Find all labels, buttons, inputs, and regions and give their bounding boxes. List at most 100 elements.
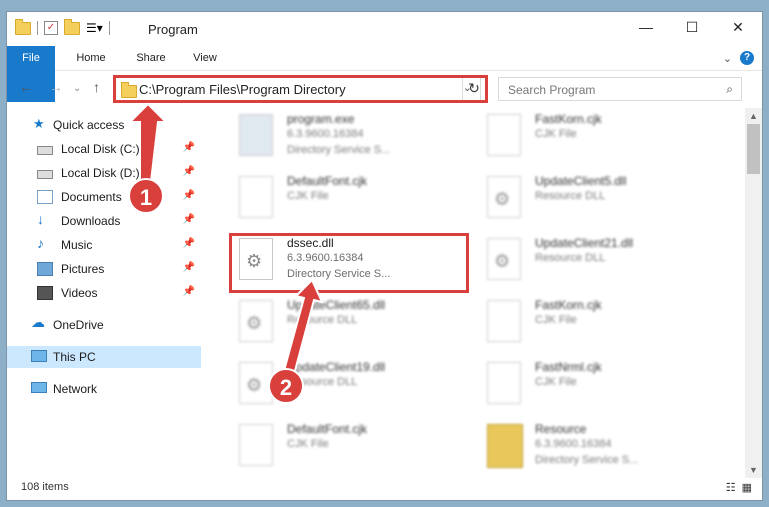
- file-item-updateclient19[interactable]: ⚙ UpdateClient19.dll Resource DLL: [225, 358, 455, 414]
- back-button[interactable]: ←: [19, 79, 33, 95]
- file-item-updateclient65[interactable]: ⚙ UpdateClient65.dll Resource DLL: [225, 296, 455, 352]
- status-bar: 108 items ☷ ▦: [7, 476, 762, 500]
- file-icon: [487, 362, 521, 404]
- pin-icon: 📌: [182, 142, 195, 153]
- file-name: UpdateClient21.dll: [535, 236, 634, 250]
- pin-icon: 📌: [182, 214, 195, 225]
- file-type: CJK File: [287, 438, 329, 450]
- up-button[interactable]: ↑: [93, 79, 100, 95]
- search-input[interactable]: Search Program: [508, 83, 595, 97]
- file-icon: [239, 176, 273, 218]
- details-view-icon[interactable]: ☷: [726, 481, 736, 494]
- search-icon[interactable]: ⌕: [726, 82, 733, 97]
- sidebar-item-downloads[interactable]: ↓ Downloads 📌: [7, 210, 201, 232]
- file-name: DefaultFont.cjk: [287, 422, 368, 436]
- title-bar: ✓ ☰▾ Program — ☐ ✕: [7, 12, 762, 46]
- close-button[interactable]: ✕: [715, 12, 761, 42]
- file-item-fastkorn-2[interactable]: FastKorn.cjk CJK File: [473, 296, 703, 352]
- search-box[interactable]: Search Program ⌕: [498, 77, 742, 101]
- sidebar-item-network[interactable]: Network: [7, 378, 201, 400]
- item-count: 108 items: [21, 481, 69, 493]
- sidebar-item-onedrive[interactable]: ☁ OneDrive: [7, 314, 201, 336]
- pin-icon: 📌: [182, 286, 195, 297]
- navigation-bar: ← → ⌄ ↑ C:\Program Files\Program Directo…: [7, 75, 762, 103]
- recent-locations-button[interactable]: ⌄: [73, 83, 81, 94]
- sidebar-item-label: Downloads: [61, 214, 121, 228]
- tab-home[interactable]: Home: [69, 46, 113, 70]
- gear-icon: ⚙: [246, 313, 263, 333]
- file-item-program-exe[interactable]: program.exe 6.3.9600.16384 Directory Ser…: [225, 110, 455, 166]
- file-name: FastNrml.cjk: [535, 360, 602, 374]
- file-item-updateclient5[interactable]: ⚙ UpdateClient5.dll Resource DLL: [473, 172, 703, 228]
- sidebar-item-label: Local Disk (D:): [61, 166, 140, 180]
- file-version: 6.3.9600.16384: [287, 128, 364, 140]
- pc-icon: [31, 350, 47, 362]
- explorer-window: ✓ ☰▾ Program — ☐ ✕ File Home Share View …: [6, 11, 763, 501]
- vertical-scrollbar[interactable]: ▲ ▼: [745, 108, 762, 478]
- pin-icon: 📌: [182, 262, 195, 273]
- file-item-fastkorn[interactable]: FastKorn.cjk CJK File: [473, 110, 703, 166]
- sidebar-item-videos[interactable]: Videos 📌: [7, 282, 201, 304]
- address-highlight: [113, 75, 488, 103]
- ribbon-tabs: File Home Share View ⌄ ?: [7, 46, 762, 102]
- file-item-fastnrml[interactable]: FastNrml.cjk CJK File: [473, 358, 703, 414]
- dll-icon: ⚙: [487, 238, 521, 280]
- sidebar-item-music[interactable]: ♪ Music 📌: [7, 234, 201, 256]
- star-icon: ★: [33, 116, 45, 131]
- file-item-resource[interactable]: Resource 6.3.9600.16384 Directory Servic…: [473, 420, 703, 476]
- sidebar-item-label: Videos: [61, 286, 98, 300]
- sidebar-item-pictures[interactable]: Pictures 📌: [7, 258, 201, 280]
- file-icon: [239, 424, 273, 466]
- pin-icon: 📌: [182, 166, 195, 177]
- file-type: Resource DLL: [535, 190, 606, 202]
- dll-icon: ⚙: [487, 176, 521, 218]
- pictures-icon: [37, 262, 53, 276]
- sidebar-item-quick-access[interactable]: ★ Quick access: [7, 114, 201, 136]
- tab-view[interactable]: View: [185, 46, 225, 70]
- tiles-view-icon[interactable]: ▦: [742, 481, 752, 494]
- forward-button[interactable]: →: [49, 79, 63, 95]
- minimize-button[interactable]: —: [623, 12, 669, 42]
- tab-share[interactable]: Share: [129, 46, 173, 70]
- file-name: DefaultFont.cjk: [287, 174, 368, 188]
- file-description: Directory Service S...: [535, 454, 639, 466]
- folder-icon: [15, 18, 31, 35]
- sidebar-item-documents[interactable]: Documents 📌: [7, 186, 201, 208]
- view-switcher: ☷ ▦: [726, 481, 752, 494]
- step-badge-2: 2: [268, 368, 304, 404]
- file-name: FastKorn.cjk: [535, 112, 602, 126]
- file-name: program.exe: [287, 112, 355, 126]
- gear-icon: ⚙: [494, 189, 511, 209]
- file-type: CJK File: [535, 314, 577, 326]
- navigation-pane: ★ Quick access Local Disk (C:) 📌 Local D…: [7, 108, 201, 478]
- ribbon-controls: ⌄ ?: [723, 51, 754, 65]
- properties-icon[interactable]: ✓: [44, 21, 58, 35]
- archive-icon: [487, 424, 523, 468]
- customize-icon[interactable]: ☰▾: [86, 21, 103, 35]
- file-item-defaultfont[interactable]: DefaultFont.cjk CJK File: [225, 172, 455, 228]
- scroll-up-icon[interactable]: ▲: [749, 111, 758, 121]
- expand-ribbon-icon[interactable]: ⌄: [723, 52, 732, 65]
- window-title: Program: [148, 22, 198, 37]
- scroll-thumb[interactable]: [747, 124, 760, 174]
- file-item-updateclient21[interactable]: ⚙ UpdateClient21.dll Resource DLL: [473, 234, 703, 290]
- network-icon: [31, 382, 47, 393]
- sidebar-item-label: Music: [61, 238, 93, 252]
- file-item-defaultfont-2[interactable]: DefaultFont.cjk CJK File: [225, 420, 455, 476]
- sidebar-item-local-disk-d[interactable]: Local Disk (D:) 📌: [7, 162, 201, 184]
- maximize-button[interactable]: ☐: [669, 12, 715, 42]
- file-name: UpdateClient5.dll: [535, 174, 627, 188]
- gear-icon: ⚙: [494, 251, 511, 271]
- quick-access-toolbar: ✓ ☰▾: [15, 18, 110, 35]
- scroll-down-icon[interactable]: ▼: [749, 465, 758, 475]
- new-folder-icon[interactable]: [64, 18, 80, 35]
- sidebar-item-local-disk-c[interactable]: Local Disk (C:) 📌: [7, 138, 201, 160]
- sidebar-item-this-pc[interactable]: This PC: [7, 346, 201, 368]
- file-type: CJK File: [535, 376, 577, 388]
- file-type: CJK File: [287, 190, 329, 202]
- sidebar-item-label: Network: [53, 382, 98, 396]
- gear-icon: ⚙: [246, 375, 263, 395]
- documents-icon: [37, 190, 53, 204]
- help-icon[interactable]: ?: [740, 51, 754, 65]
- file-name: FastKorn.cjk: [535, 298, 602, 312]
